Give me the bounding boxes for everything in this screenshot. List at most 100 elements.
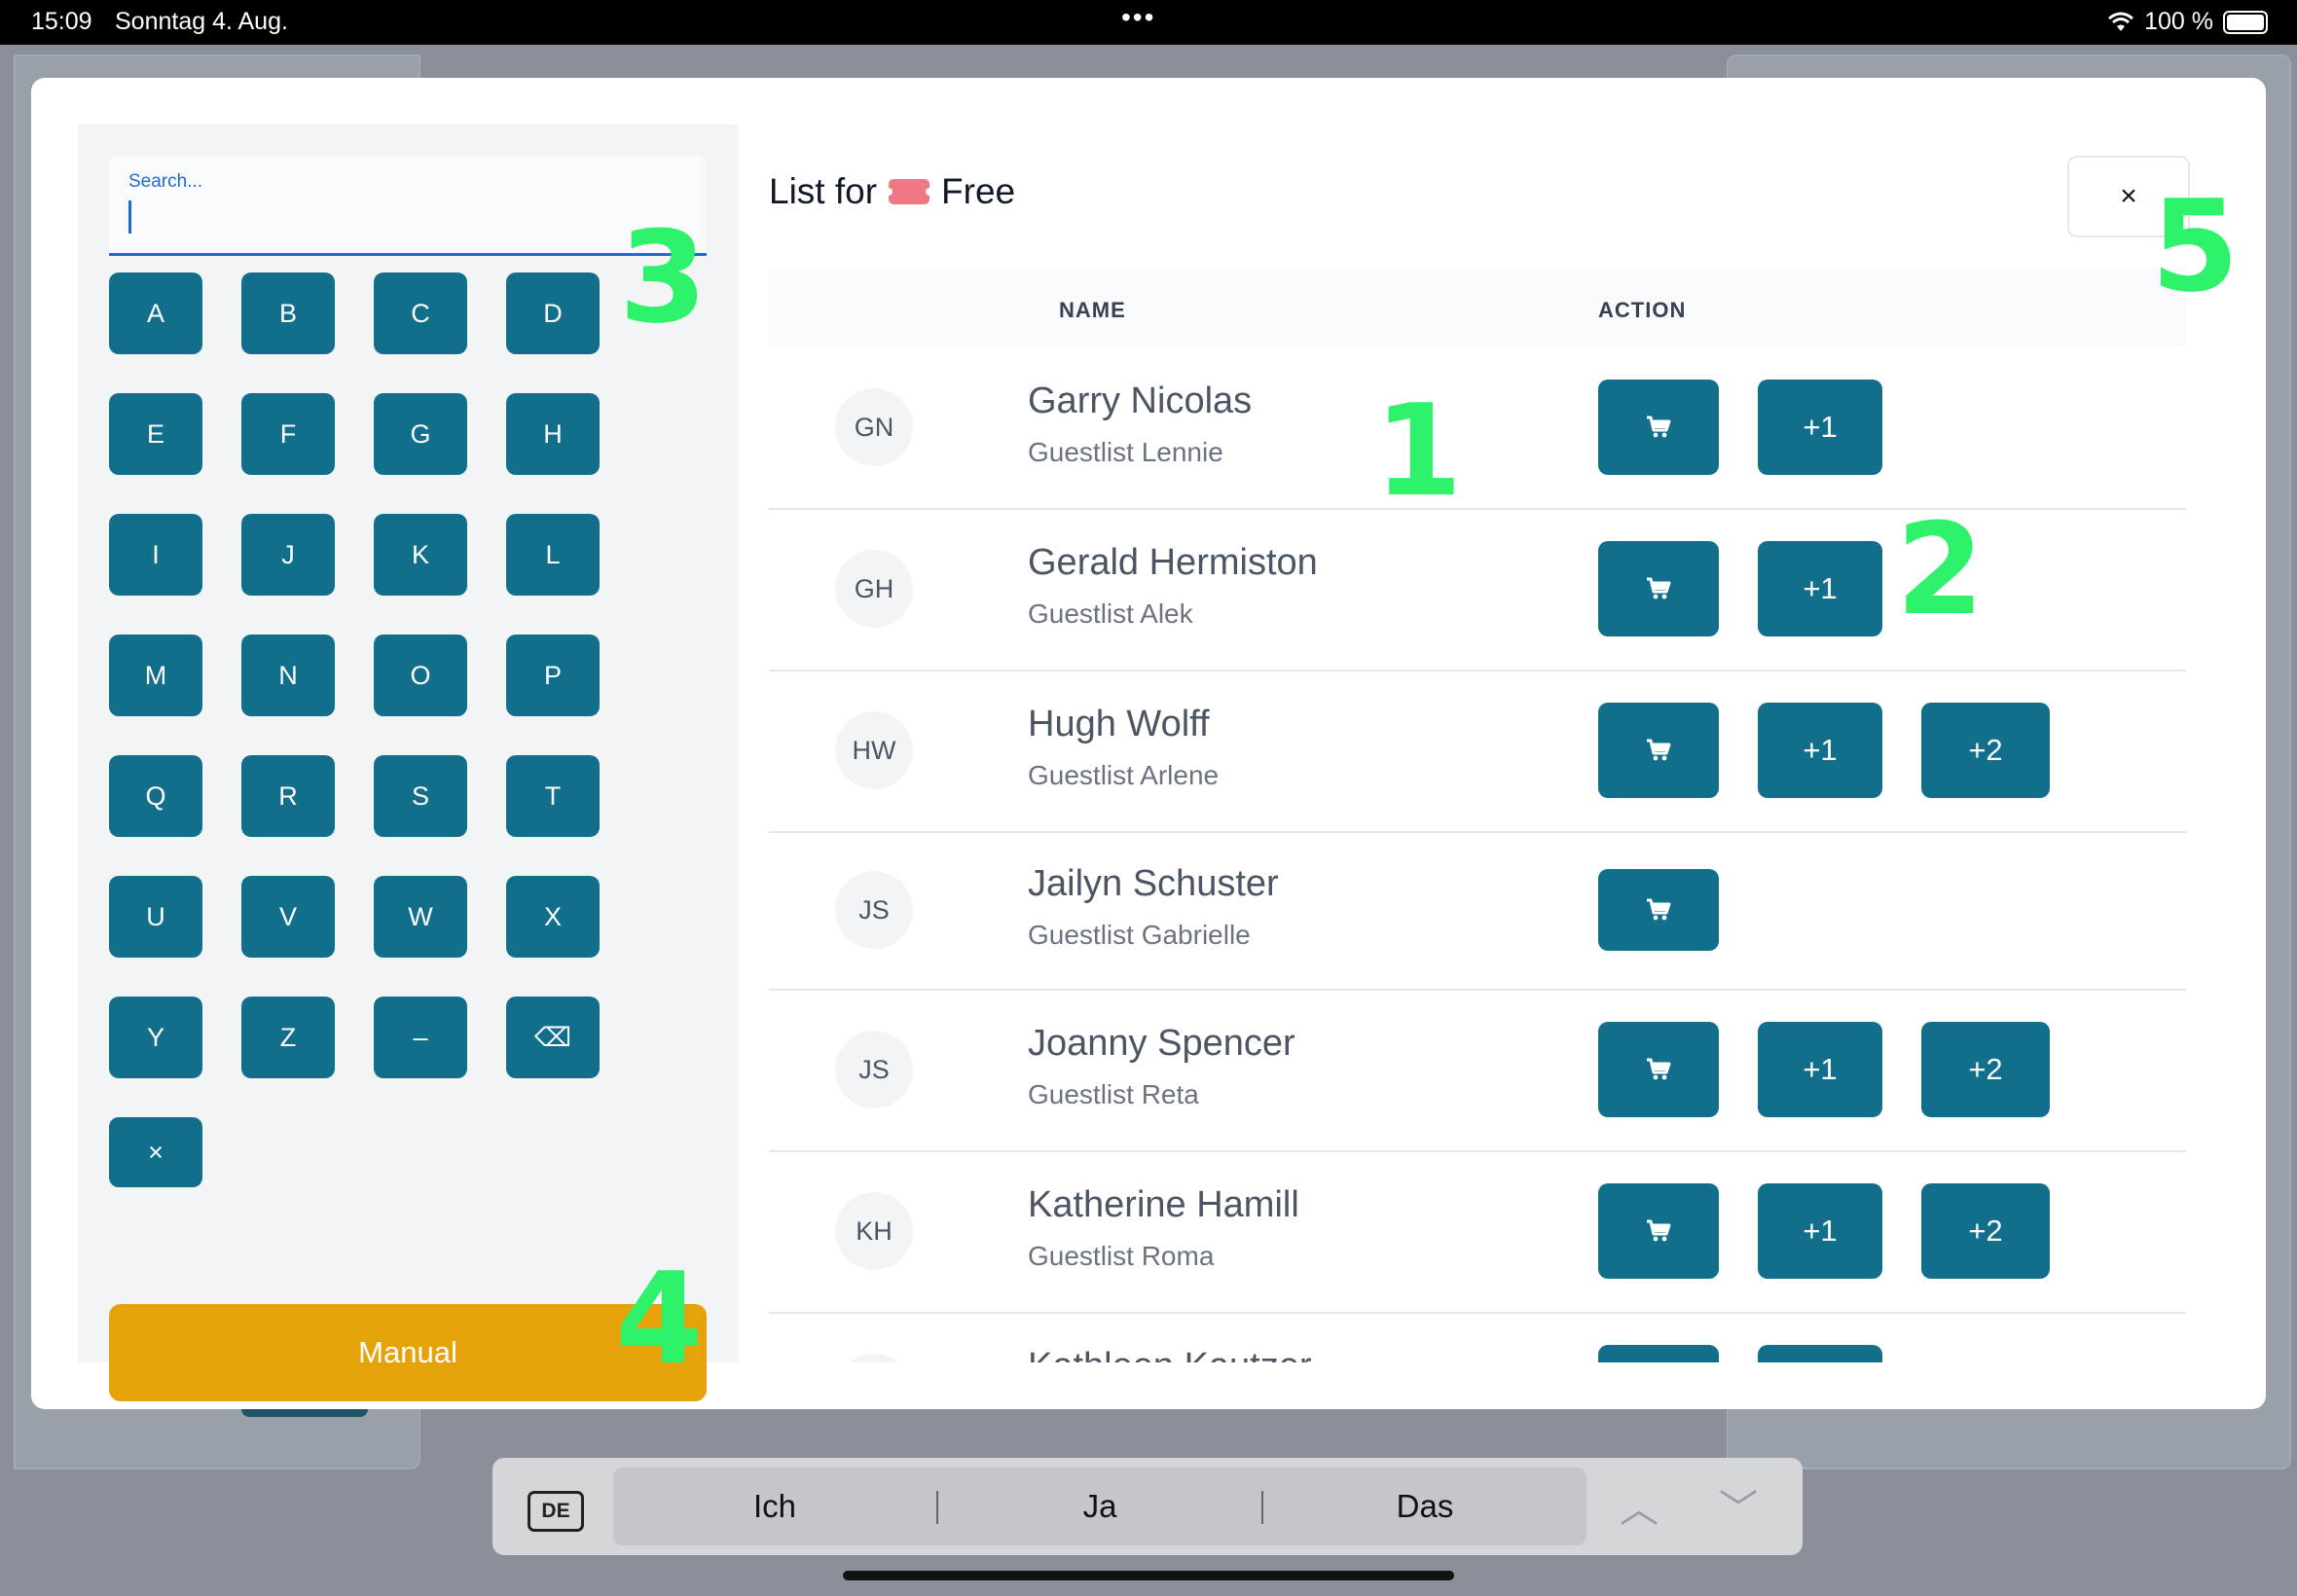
plus-2-button[interactable]: +2 bbox=[1921, 1022, 2050, 1117]
wifi-icon bbox=[2108, 12, 2134, 31]
annotation-marker-4: 4 bbox=[615, 1245, 704, 1393]
list-title: List for Free bbox=[769, 171, 1015, 212]
guest-row: HW Hugh Wolff Guestlist Arlene +1 +2 bbox=[769, 670, 2186, 833]
plus-1-button[interactable]: +1 bbox=[1758, 1022, 1882, 1117]
avatar: GN bbox=[835, 388, 913, 466]
search-label: Search... bbox=[128, 171, 203, 192]
plus-1-button[interactable]: +1 bbox=[1758, 703, 1882, 798]
key-j[interactable]: J bbox=[241, 514, 335, 596]
suggestion-area: Ich Ja Das bbox=[613, 1468, 1586, 1545]
home-indicator[interactable] bbox=[843, 1571, 1454, 1580]
guestlist-label: Guestlist Lennie bbox=[1028, 437, 1223, 467]
status-date: Sonntag 4. Aug. bbox=[115, 8, 288, 35]
multitask-dots[interactable]: ••• bbox=[1121, 2, 1155, 33]
keyboard-suggestion-bar: DE Ich Ja Das ︿ ﹀ bbox=[492, 1458, 1803, 1555]
key-y[interactable]: Y bbox=[109, 997, 202, 1078]
annotation-marker-3: 3 bbox=[619, 203, 708, 351]
cart-icon bbox=[1647, 1219, 1671, 1242]
plus-1-button[interactable]: +1 bbox=[1758, 541, 1882, 636]
avatar: JS bbox=[835, 1031, 913, 1108]
key-z[interactable]: Z bbox=[241, 997, 335, 1078]
cart-icon bbox=[1647, 898, 1671, 921]
avatar: KH bbox=[835, 1192, 913, 1270]
key-m[interactable]: M bbox=[109, 635, 202, 716]
key-t[interactable]: T bbox=[506, 755, 600, 837]
add-to-cart-button[interactable] bbox=[1598, 1345, 1719, 1362]
cart-icon bbox=[1647, 416, 1671, 438]
key-c[interactable]: C bbox=[374, 272, 467, 354]
battery-icon bbox=[2223, 10, 2268, 34]
chevron-up-icon[interactable]: ︿ bbox=[1620, 1477, 1659, 1534]
suggestion-3[interactable]: Das bbox=[1263, 1468, 1586, 1545]
guest-name: Kathleen Kautzer bbox=[1028, 1346, 1312, 1362]
guest-name: Joanny Spencer bbox=[1028, 1023, 1295, 1064]
key-b[interactable]: B bbox=[241, 272, 335, 354]
annotation-marker-5: 5 bbox=[2151, 172, 2240, 320]
suggestion-1[interactable]: Ich bbox=[613, 1468, 936, 1545]
key-a[interactable]: A bbox=[109, 272, 202, 354]
key-x[interactable]: X bbox=[506, 876, 600, 958]
backspace-key[interactable]: ⌫ bbox=[506, 997, 600, 1078]
key-e[interactable]: E bbox=[109, 393, 202, 475]
key-s[interactable]: S bbox=[374, 755, 467, 837]
guest-name: Jailyn Schuster bbox=[1028, 863, 1279, 904]
status-right: 100 % bbox=[2107, 8, 2268, 36]
add-to-cart-button[interactable] bbox=[1598, 703, 1719, 798]
add-to-cart-button[interactable] bbox=[1598, 1183, 1719, 1279]
key-n[interactable]: N bbox=[241, 635, 335, 716]
key-d[interactable]: D bbox=[506, 272, 600, 354]
avatar: JS bbox=[835, 871, 913, 949]
title-suffix: Free bbox=[941, 171, 1016, 211]
guest-name: Garry Nicolas bbox=[1028, 381, 1253, 421]
plus-2-button[interactable]: +2 bbox=[1921, 1183, 2050, 1279]
column-header-name: NAME bbox=[1059, 298, 1126, 322]
column-header-action: ACTION bbox=[1598, 298, 1687, 322]
key-p[interactable]: P bbox=[506, 635, 600, 716]
key-h[interactable]: H bbox=[506, 393, 600, 475]
add-to-cart-button[interactable] bbox=[1598, 541, 1719, 636]
guest-row: KK Kathleen Kautzer +1 bbox=[769, 1312, 2186, 1362]
suggestion-2[interactable]: Ja bbox=[938, 1468, 1261, 1545]
key-o[interactable]: O bbox=[374, 635, 467, 716]
plus-1-button[interactable]: +1 bbox=[1758, 1183, 1882, 1279]
key-q[interactable]: Q bbox=[109, 755, 202, 837]
key-k[interactable]: K bbox=[374, 514, 467, 596]
chevron-down-icon[interactable]: ﹀ bbox=[1719, 1477, 1758, 1534]
plus-2-button[interactable]: +2 bbox=[1921, 703, 2050, 798]
plus-1-button[interactable]: +1 bbox=[1758, 1345, 1882, 1362]
guest-name: Gerald Hermiston bbox=[1028, 542, 1318, 583]
search-input[interactable]: Search... bbox=[109, 156, 707, 256]
guest-row: JS Jailyn Schuster Guestlist Gabrielle bbox=[769, 831, 2186, 991]
key-r[interactable]: R bbox=[241, 755, 335, 837]
clear-key[interactable]: × bbox=[109, 1117, 202, 1187]
add-to-cart-button[interactable] bbox=[1598, 1022, 1719, 1117]
cart-icon bbox=[1647, 739, 1671, 761]
guestlist-label: Guestlist Roma bbox=[1028, 1241, 1215, 1271]
guestlist-label: Guestlist Arlene bbox=[1028, 760, 1220, 790]
status-bar: 15:09 Sonntag 4. Aug. ••• 100 % bbox=[0, 0, 2297, 45]
annotation-marker-2: 2 bbox=[1896, 495, 1985, 643]
guestlist-label: Guestlist Reta bbox=[1028, 1079, 1199, 1109]
guest-row: GN Garry Nicolas Guestlist Lennie +1 bbox=[769, 346, 2186, 510]
key-w[interactable]: W bbox=[374, 876, 467, 958]
add-to-cart-button[interactable] bbox=[1598, 869, 1719, 951]
key-v[interactable]: V bbox=[241, 876, 335, 958]
key-dash[interactable]: – bbox=[374, 997, 467, 1078]
key-u[interactable]: U bbox=[109, 876, 202, 958]
key-g[interactable]: G bbox=[374, 393, 467, 475]
title-prefix: List for bbox=[769, 171, 878, 211]
guestlist-label: Guestlist Gabrielle bbox=[1028, 920, 1251, 950]
key-f[interactable]: F bbox=[241, 393, 335, 475]
plus-1-button[interactable]: +1 bbox=[1758, 380, 1882, 475]
add-to-cart-button[interactable] bbox=[1598, 380, 1719, 475]
avatar: GH bbox=[835, 550, 913, 628]
language-button[interactable]: DE bbox=[528, 1491, 584, 1532]
key-l[interactable]: L bbox=[506, 514, 600, 596]
ticket-icon bbox=[885, 179, 934, 204]
table-header: NAME ACTION bbox=[769, 269, 2186, 346]
key-i[interactable]: I bbox=[109, 514, 202, 596]
text-cursor bbox=[128, 200, 131, 234]
guest-row: KH Katherine Hamill Guestlist Roma +1 +2 bbox=[769, 1150, 2186, 1314]
guest-name: Hugh Wolff bbox=[1028, 704, 1210, 744]
guest-list-modal: Search... A B C D E F G H I J K L M N O P Q R S T U V W X Y Z – ⌫ × … bbox=[31, 78, 2266, 1409]
